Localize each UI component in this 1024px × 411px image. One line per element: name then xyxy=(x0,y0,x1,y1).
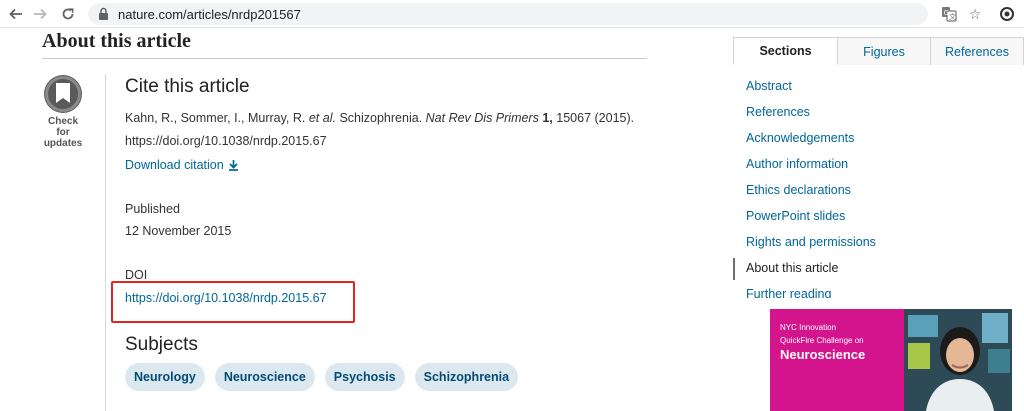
ad-photo xyxy=(904,309,1012,411)
citation-et-al: et al. xyxy=(308,111,336,125)
citation-article-title: Schizophrenia. xyxy=(339,111,423,125)
tab-sections[interactable]: Sections xyxy=(733,37,838,65)
vertical-divider xyxy=(105,74,106,411)
tab-references[interactable]: References xyxy=(931,37,1024,65)
translate-icon[interactable]: G文 xyxy=(940,5,958,23)
published-label: Published xyxy=(125,202,180,216)
subject-chips: Neurology Neuroscience Psychosis Schizop… xyxy=(125,363,519,391)
doi-link[interactable]: https://doi.org/10.1038/nrdp.2015.67 xyxy=(125,291,327,305)
download-citation-link[interactable]: Download citation xyxy=(125,158,239,172)
ad-line-2: QuickFire Challenge on xyxy=(780,336,864,345)
ad-text-panel: NYC Innovation QuickFire Challenge on Ne… xyxy=(770,309,904,411)
subject-chip-neuroscience[interactable]: Neuroscience xyxy=(214,363,315,391)
section-link-rights-permissions[interactable]: Rights and permissions xyxy=(733,230,1023,256)
section-link-further-reading[interactable]: Further reading xyxy=(733,282,1023,298)
advertisement-banner[interactable]: NYC Innovation QuickFire Challenge on Ne… xyxy=(770,309,1012,411)
download-citation-label: Download citation xyxy=(125,158,224,172)
citation-text: Kahn, R., Sommer, I., Murray, R. et al. … xyxy=(125,107,665,153)
svg-text:文: 文 xyxy=(949,12,956,21)
browser-toolbar: nature.com/articles/nrdp201567 G文 ☆ xyxy=(0,0,1024,28)
tab-figures[interactable]: Figures xyxy=(838,37,931,65)
section-heading: About this article xyxy=(42,30,191,52)
reload-icon[interactable] xyxy=(58,4,78,24)
section-link-acknowledgements[interactable]: Acknowledgements xyxy=(733,126,1023,152)
subject-chip-neurology[interactable]: Neurology xyxy=(125,363,205,391)
published-date: 12 November 2015 xyxy=(125,224,232,238)
citation-journal: Nat Rev Dis Primers xyxy=(425,111,539,125)
section-link-ethics-declarations[interactable]: Ethics declarations xyxy=(733,178,1023,204)
extension-icon[interactable] xyxy=(998,5,1016,23)
cite-title: Cite this article xyxy=(125,76,250,97)
check-updates-icon xyxy=(44,75,82,113)
citation-doi: https://doi.org/10.1038/nrdp.2015.67 xyxy=(125,134,327,148)
check-updates-label: Check for updates xyxy=(43,116,83,149)
download-icon xyxy=(228,160,238,171)
section-link-abstract[interactable]: Abstract xyxy=(733,74,1023,100)
sidebar-tabs: Sections Figures References xyxy=(733,37,1024,65)
section-link-references[interactable]: References xyxy=(733,100,1023,126)
section-link-about-this-article[interactable]: About this article xyxy=(733,256,1023,282)
lock-icon xyxy=(98,7,110,21)
url-text: nature.com/articles/nrdp201567 xyxy=(118,6,301,22)
citation-volume: 1, xyxy=(542,111,553,125)
heading-divider xyxy=(42,58,647,59)
ad-line-3: Neuroscience xyxy=(780,347,866,362)
star-icon[interactable]: ☆ xyxy=(966,5,984,23)
citation-authors: Kahn, R., Sommer, I., Murray, R. xyxy=(125,111,306,125)
section-link-author-information[interactable]: Author information xyxy=(733,152,1023,178)
ad-line-1: NYC Innovation xyxy=(780,323,837,332)
section-nav: Abstract References Acknowledgements Aut… xyxy=(733,74,1023,298)
doi-label: DOI xyxy=(125,268,148,282)
subject-chip-schizophrenia[interactable]: Schizophrenia xyxy=(414,363,519,391)
address-bar[interactable]: nature.com/articles/nrdp201567 xyxy=(88,3,928,25)
subjects-title: Subjects xyxy=(125,334,198,355)
subject-chip-psychosis[interactable]: Psychosis xyxy=(324,363,405,391)
section-link-powerpoint-slides[interactable]: PowerPoint slides xyxy=(733,204,1023,230)
check-for-updates-badge[interactable]: Check for updates xyxy=(40,74,86,149)
citation-details: 15067 (2015). xyxy=(556,111,635,125)
back-arrow-icon[interactable] xyxy=(6,4,26,24)
forward-arrow-icon[interactable] xyxy=(30,4,50,24)
